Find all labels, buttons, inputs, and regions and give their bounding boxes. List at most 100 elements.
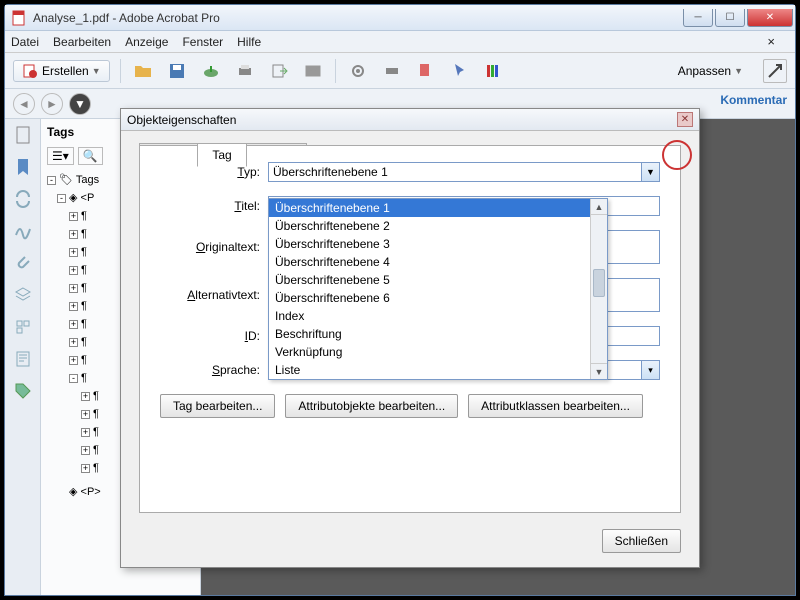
- tree-leaf[interactable]: ¶: [81, 300, 87, 312]
- printer-icon: [383, 62, 401, 80]
- signature-icon[interactable]: [13, 221, 33, 241]
- next-page-button[interactable]: ►: [41, 93, 63, 115]
- menu-bearbeiten[interactable]: Bearbeiten: [53, 35, 111, 49]
- dropdown-option[interactable]: Verknüpfung: [269, 343, 607, 361]
- tree-item[interactable]: <P>: [81, 486, 101, 498]
- attributklassen-button[interactable]: Attributklassen bearbeiten...: [468, 394, 643, 418]
- objekteigenschaften-dialog: Objekteigenschaften ✕ Inhalt Tag Farbe T…: [120, 108, 700, 568]
- save-icon: [168, 62, 186, 80]
- tree-leaf[interactable]: ¶: [81, 210, 87, 222]
- tree-leaf[interactable]: ¶: [81, 372, 87, 384]
- typ-dropdown-button[interactable]: ▼: [641, 163, 659, 181]
- tree-leaf[interactable]: ¶: [81, 246, 87, 258]
- kommentar-button[interactable]: Kommentar: [720, 93, 787, 107]
- tree-leaf[interactable]: ¶: [93, 462, 99, 474]
- maximize-button[interactable]: ☐: [715, 9, 745, 27]
- tree-leaf[interactable]: ¶: [81, 228, 87, 240]
- scroll-thumb[interactable]: [593, 269, 605, 297]
- pdf-icon: [11, 10, 27, 26]
- tags-find-button[interactable]: 🔍: [78, 147, 103, 165]
- scroll-up-icon[interactable]: ▲: [591, 199, 607, 215]
- tags-icon[interactable]: [13, 381, 33, 401]
- order-icon[interactable]: [13, 317, 33, 337]
- open-button[interactable]: [131, 59, 155, 83]
- bookmark-icon[interactable]: [13, 157, 33, 177]
- tree-leaf[interactable]: ¶: [81, 336, 87, 348]
- alternativtext-label: Alternativtext:: [160, 288, 260, 302]
- attributobjekte-button[interactable]: Attributobjekte bearbeiten...: [285, 394, 458, 418]
- typ-input[interactable]: [269, 163, 641, 181]
- menu-anzeige[interactable]: Anzeige: [125, 35, 168, 49]
- export-button[interactable]: [414, 59, 438, 83]
- tags-options-button[interactable]: ☰▾: [47, 147, 74, 165]
- dropdown-option[interactable]: Liste: [269, 361, 607, 379]
- separator: [335, 59, 336, 83]
- erstellen-button[interactable]: Erstellen ▼: [13, 60, 110, 82]
- layers-icon[interactable]: [13, 285, 33, 305]
- dropdown-option[interactable]: Überschriftenebene 3: [269, 235, 607, 253]
- mail-button[interactable]: [301, 59, 325, 83]
- schliessen-button[interactable]: Schließen: [602, 529, 681, 553]
- export-icon: [417, 62, 435, 80]
- menu-datei[interactable]: Datei: [11, 35, 39, 49]
- select-button[interactable]: [448, 59, 472, 83]
- sprache-dropdown-button[interactable]: ▾: [641, 361, 659, 379]
- close-button[interactable]: ✕: [747, 9, 793, 27]
- tree-leaf[interactable]: ¶: [93, 408, 99, 420]
- expand-icon: [766, 62, 784, 80]
- dropdown-option[interactable]: Überschriftenebene 6: [269, 289, 607, 307]
- typ-dropdown-list[interactable]: Überschriftenebene 1 Überschriftenebene …: [268, 198, 608, 380]
- menu-hilfe[interactable]: Hilfe: [237, 35, 261, 49]
- cloud-button[interactable]: [199, 59, 223, 83]
- tree-leaf[interactable]: ¶: [81, 282, 87, 294]
- menubar-close-icon[interactable]: ×: [767, 34, 775, 49]
- attachment-icon[interactable]: [13, 253, 33, 273]
- dropdown-option[interactable]: Beschriftung: [269, 325, 607, 343]
- anpassen-button[interactable]: Anpassen ▼: [678, 64, 743, 78]
- dropdown-option[interactable]: Überschriftenebene 5: [269, 271, 607, 289]
- toolbar: Erstellen ▼ Anpassen ▼: [5, 53, 795, 89]
- content-icon[interactable]: [13, 349, 33, 369]
- tree-leaf[interactable]: ¶: [81, 264, 87, 276]
- typ-combobox[interactable]: ▼: [268, 162, 660, 182]
- tree-root[interactable]: Tags: [76, 174, 99, 186]
- tag-bearbeiten-button[interactable]: Tag bearbeiten...: [160, 394, 275, 418]
- print2-button[interactable]: [380, 59, 404, 83]
- prev-page-button[interactable]: ◄: [13, 93, 35, 115]
- share-button[interactable]: [267, 59, 291, 83]
- tree-item[interactable]: <P: [81, 192, 95, 204]
- create-icon: [22, 63, 38, 79]
- dropdown-option[interactable]: Überschriftenebene 4: [269, 253, 607, 271]
- dropdown-option[interactable]: Überschriftenebene 1: [269, 199, 607, 217]
- color-button[interactable]: [482, 59, 506, 83]
- recycle-icon[interactable]: [13, 189, 33, 209]
- share-icon: [270, 62, 288, 80]
- dropdown-scrollbar[interactable]: ▲ ▼: [590, 199, 607, 379]
- dropdown-option[interactable]: Überschriftenebene 2: [269, 217, 607, 235]
- save-button[interactable]: [165, 59, 189, 83]
- expand-button[interactable]: [763, 59, 787, 83]
- print-button[interactable]: [233, 59, 257, 83]
- mail-icon: [304, 62, 322, 80]
- tree-leaf[interactable]: ¶: [81, 354, 87, 366]
- separator: [120, 59, 121, 83]
- menu-fenster[interactable]: Fenster: [182, 35, 223, 49]
- tree-leaf[interactable]: ¶: [93, 444, 99, 456]
- page-thumbnails-icon[interactable]: [13, 125, 33, 145]
- dialog-titlebar[interactable]: Objekteigenschaften ✕: [121, 109, 699, 131]
- dialog-close-button[interactable]: ✕: [677, 112, 693, 127]
- scroll-down-icon[interactable]: ▼: [591, 363, 607, 379]
- minimize-button[interactable]: ─: [683, 9, 713, 27]
- gear-button[interactable]: [346, 59, 370, 83]
- chevron-down-icon: ▼: [92, 66, 101, 76]
- dropdown-option[interactable]: Index: [269, 307, 607, 325]
- tree-leaf[interactable]: ¶: [93, 426, 99, 438]
- tab-tag[interactable]: Tag: [197, 143, 246, 167]
- page-down-button[interactable]: ▼: [69, 93, 91, 115]
- tree-leaf[interactable]: ¶: [81, 318, 87, 330]
- window-title: Analyse_1.pdf - Adobe Acrobat Pro: [33, 11, 681, 25]
- folder-icon: [134, 62, 152, 80]
- color-icon: [485, 62, 503, 80]
- tree-leaf[interactable]: ¶: [93, 390, 99, 402]
- typ-label: Typ:: [160, 165, 260, 179]
